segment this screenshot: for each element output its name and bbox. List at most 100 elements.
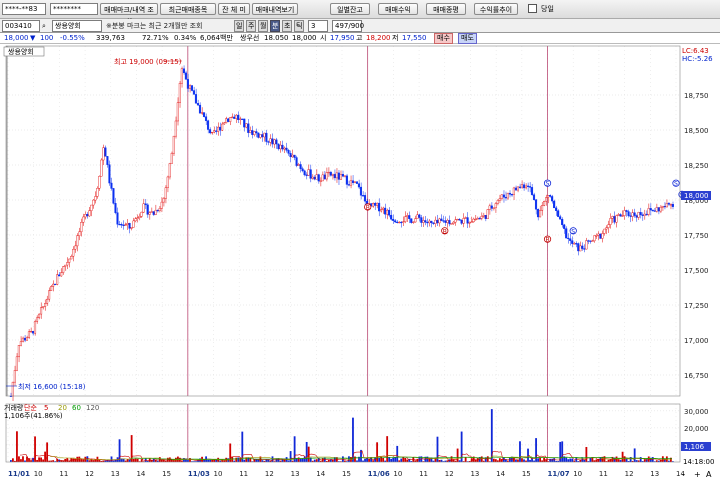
candle-body	[144, 203, 147, 206]
trade-profit-button[interactable]: 매매수익	[378, 3, 418, 15]
candle-body	[102, 147, 105, 161]
trade-summary-button[interactable]: 매매종평	[426, 3, 466, 15]
candle-body	[424, 220, 427, 223]
price-chart[interactable]: BBSBSSS 18,75018,50018,25018,00017,75017…	[0, 44, 720, 480]
svg-text:S: S	[571, 228, 575, 235]
candle-body	[251, 130, 254, 135]
candle-body	[305, 174, 308, 176]
candle-body	[629, 215, 632, 217]
candle-body	[410, 218, 413, 223]
current-price: 18,000	[4, 34, 29, 42]
volume-bar	[543, 457, 546, 462]
candle-body	[452, 221, 455, 224]
tab-month[interactable]: 월	[258, 20, 269, 32]
volume-bar	[486, 456, 489, 462]
candle-body	[130, 227, 133, 229]
candle-body	[464, 217, 467, 219]
tab-tick[interactable]: 틱	[294, 20, 305, 32]
y-tick-label: 18,250	[684, 162, 709, 170]
candle-body	[106, 156, 109, 165]
candle-body	[200, 112, 204, 114]
x-tick-label: 13	[291, 470, 300, 478]
volume-bar	[289, 451, 292, 462]
tab-week[interactable]: 주	[246, 20, 257, 32]
candle-body	[611, 216, 614, 219]
candle-body	[518, 186, 521, 188]
stock-code-input[interactable]: 003410	[2, 20, 40, 32]
return-trend-button[interactable]: 수익률추이	[474, 3, 518, 15]
candle-body	[140, 211, 143, 217]
password-input[interactable]: ********	[50, 3, 98, 15]
volume-bar	[237, 457, 240, 462]
candle-body	[355, 181, 358, 184]
volume-bar	[404, 457, 407, 462]
volume-bar	[249, 457, 252, 462]
account-select[interactable]: ****-**83	[2, 3, 46, 15]
volume-bar	[565, 457, 568, 462]
stock-toolbar: 003410 ⌕ 쌍용양회 ※분봉 마크는 최근 2개월만 조회 일 주 월 분…	[0, 19, 720, 33]
candle-body	[13, 370, 16, 383]
candle-body	[456, 218, 459, 221]
candle-body	[202, 112, 206, 117]
volume-bar	[297, 457, 300, 462]
candle-body	[347, 184, 350, 186]
candle-body	[100, 159, 103, 177]
balance-button[interactable]: 잔 체 미	[218, 3, 250, 15]
candle-body	[341, 174, 344, 177]
zoom-in-button[interactable]: +	[694, 470, 701, 479]
count-field[interactable]: 497/900	[332, 20, 364, 32]
chart-legend: 쌍용양회	[8, 47, 34, 56]
volume-bar	[617, 459, 620, 462]
volume-bar	[440, 459, 443, 462]
candle-body	[265, 132, 268, 142]
low-label: 저	[392, 34, 399, 42]
recent-stocks-button[interactable]: 최근매매종목	[160, 3, 216, 15]
candle-body	[474, 218, 477, 221]
candle-body	[21, 337, 24, 342]
candle-body	[478, 218, 481, 220]
trade-mark-button[interactable]: 매매마크/내역 조회	[100, 3, 158, 26]
candle-body	[520, 184, 523, 188]
candle-body	[168, 163, 171, 178]
volume-bar	[255, 459, 258, 462]
candle-body	[35, 317, 39, 322]
candle-body	[229, 117, 232, 122]
x-tick-label: 12	[445, 470, 454, 478]
candle-body	[76, 235, 79, 247]
buy-button[interactable]: 매수	[434, 33, 453, 44]
candle-body	[62, 266, 65, 273]
candle-body	[269, 138, 272, 143]
candle-body	[253, 131, 256, 135]
interval-select[interactable]: 3	[308, 20, 328, 32]
search-icon[interactable]: ⌕	[42, 20, 46, 32]
price-change-pct: -0.55%	[60, 34, 85, 42]
candle-body	[345, 175, 348, 185]
auto-fit-button[interactable]: A	[706, 470, 712, 479]
volume-bar	[645, 459, 648, 462]
volume-ma-5: 5	[44, 404, 48, 412]
candle-body	[508, 192, 511, 195]
candle-body	[110, 182, 113, 189]
candle-body	[108, 164, 111, 184]
candle-body	[219, 126, 222, 131]
tab-second[interactable]: 초	[282, 20, 293, 32]
candle-body	[506, 192, 509, 199]
zoom-out-button[interactable]: -	[682, 470, 685, 479]
candle-body	[46, 298, 49, 304]
candle-body	[303, 170, 306, 176]
candle-body	[514, 187, 517, 191]
volume-bar	[16, 431, 18, 462]
daily-balance-button[interactable]: 일별잔고	[330, 3, 370, 15]
tab-minute[interactable]: 분	[270, 20, 281, 32]
candle-body	[29, 331, 33, 333]
candle-body	[647, 208, 650, 215]
candle-body	[613, 216, 616, 223]
today-checkbox[interactable]	[528, 4, 537, 13]
candle-body	[482, 215, 485, 217]
sell-button[interactable]: 매도	[458, 33, 477, 44]
trade-history-button[interactable]: 매매내역보기	[252, 3, 298, 15]
candle-body	[361, 195, 365, 197]
tab-day[interactable]: 일	[234, 20, 245, 32]
volume-bar	[368, 458, 370, 462]
candle-body	[651, 209, 654, 211]
